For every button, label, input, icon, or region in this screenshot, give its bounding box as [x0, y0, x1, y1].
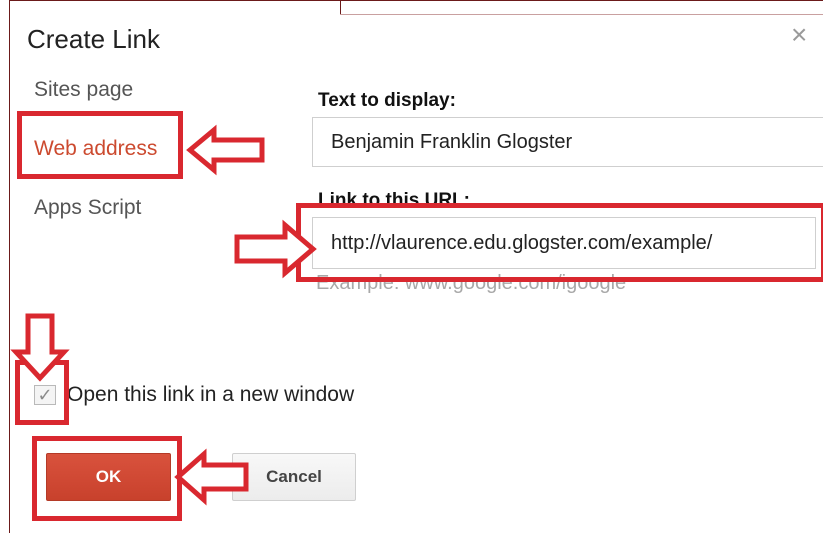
nav-item-sites-page[interactable]: Sites page — [34, 78, 133, 102]
new-window-label: Open this link in a new window — [67, 383, 355, 406]
left-arrow-icon — [186, 124, 265, 176]
text-to-display-label: Text to display: — [318, 90, 456, 111]
nav-item-apps-script[interactable]: Apps Script — [34, 196, 141, 220]
close-icon[interactable]: × — [791, 19, 807, 51]
window-border-top — [9, 0, 823, 1]
web-address-highlight — [17, 111, 183, 179]
dialog-title: Create Link — [27, 24, 160, 54]
window-border-left — [9, 0, 10, 533]
down-arrow-icon — [10, 313, 70, 382]
window-border-divider — [340, 0, 341, 14]
text-to-display-input[interactable] — [312, 117, 823, 167]
url-field-highlight — [296, 203, 823, 282]
cancel-button[interactable]: Cancel — [232, 453, 356, 501]
right-arrow-icon — [234, 219, 317, 279]
ok-button-highlight — [32, 436, 182, 521]
window-border-inner — [340, 14, 823, 15]
left-arrow-icon — [174, 448, 249, 506]
